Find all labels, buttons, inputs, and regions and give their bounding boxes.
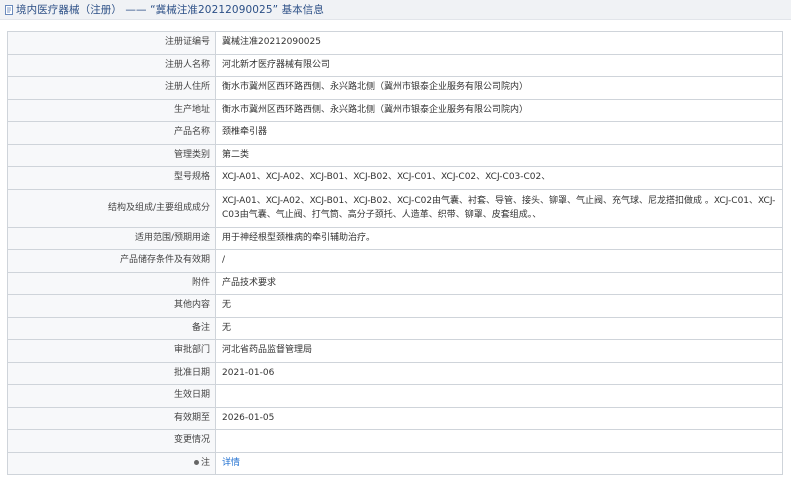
page-header: 境内医疗器械（注册） —— “冀械注准20212090025” 基本信息 <box>0 0 791 20</box>
row-value: 无 <box>215 294 783 318</box>
details-link[interactable]: 详情 <box>222 458 240 468</box>
row-label: 生效日期 <box>7 384 216 408</box>
bullet-icon <box>193 459 199 465</box>
row-label: 注册人名称 <box>7 53 216 77</box>
row-value <box>215 384 783 408</box>
note-value-cell: 详情 <box>215 451 783 475</box>
row-label: 变更情况 <box>7 429 216 453</box>
row-label: 型号规格 <box>7 166 216 190</box>
row-label: 注册证编号 <box>7 31 216 55</box>
table-row: 注册人住所 衡水市冀州区西环路西侧、永兴路北侧（冀州市银泰企业服务有限公司院内） <box>7 76 783 100</box>
row-label: 有效期至 <box>7 406 216 430</box>
row-value <box>215 429 783 453</box>
row-value: 衡水市冀州区西环路西侧、永兴路北侧（冀州市银泰企业服务有限公司院内） <box>215 98 783 122</box>
table-row: 其他内容 无 <box>7 294 783 318</box>
table-row: 附件 产品技术要求 <box>7 271 783 295</box>
table-row: 型号规格 XCJ-A01、XCJ-A02、XCJ-B01、XCJ-B02、XCJ… <box>7 166 783 190</box>
row-label: 注 <box>200 457 210 468</box>
table-row: 注册人名称 河北新才医疗器械有限公司 <box>7 53 783 77</box>
row-label: 产品名称 <box>7 121 216 145</box>
row-value: 无 <box>215 316 783 340</box>
row-label: 审批部门 <box>7 339 216 363</box>
row-label: 管理类别 <box>7 143 216 167</box>
table-row: 产品名称 颈椎牵引器 <box>7 121 783 145</box>
row-label: 其他内容 <box>7 294 216 318</box>
table-row: 生效日期 <box>7 384 783 408</box>
row-label: 产品储存条件及有效期 <box>7 249 216 273</box>
row-value: 颈椎牵引器 <box>215 121 783 145</box>
table-row: 审批部门 河北省药品监督管理局 <box>7 339 783 363</box>
table-row: 有效期至 2026-01-05 <box>7 406 783 430</box>
table-row: 备注 无 <box>7 316 783 340</box>
table-row: 变更情况 <box>7 429 783 453</box>
row-value: 2026-01-05 <box>215 406 783 430</box>
row-value: 冀械注准20212090025 <box>215 31 783 55</box>
row-value: / <box>215 249 783 273</box>
table-row: 适用范围/预期用途 用于神经根型颈椎病的牵引辅助治疗。 <box>7 226 783 250</box>
row-label: 注册人住所 <box>7 76 216 100</box>
table-row: 结构及组成/主要组成成分 XCJ-A01、XCJ-A02、XCJ-B01、XCJ… <box>7 188 783 228</box>
row-label: 适用范围/预期用途 <box>7 226 216 250</box>
row-value: XCJ-A01、XCJ-A02、XCJ-B01、XCJ-B02、XCJ-C01、… <box>215 166 783 190</box>
row-value: 产品技术要求 <box>215 271 783 295</box>
row-value: 河北新才医疗器械有限公司 <box>215 53 783 77</box>
table-row: 注册证编号 冀械注准20212090025 <box>7 31 783 55</box>
row-value: XCJ-A01、XCJ-A02、XCJ-B01、XCJ-B02、XCJ-C02由… <box>215 188 783 228</box>
table-row: 管理类别 第二类 <box>7 143 783 167</box>
row-value: 第二类 <box>215 143 783 167</box>
row-value: 2021-01-06 <box>215 361 783 385</box>
row-label: 附件 <box>7 271 216 295</box>
document-icon <box>4 4 14 15</box>
row-value: 衡水市冀州区西环路西侧、永兴路北侧（冀州市银泰企业服务有限公司院内） <box>215 76 783 100</box>
row-label: 结构及组成/主要组成成分 <box>7 188 216 228</box>
page-title: 境内医疗器械（注册） —— “冀械注准20212090025” 基本信息 <box>16 4 324 16</box>
table-row: 产品储存条件及有效期 / <box>7 249 783 273</box>
table-row: 注 详情 <box>7 451 783 475</box>
table-row: 批准日期 2021-01-06 <box>7 361 783 385</box>
detail-table: 注册证编号 冀械注准20212090025 注册人名称 河北新才医疗器械有限公司… <box>7 31 783 475</box>
row-value: 用于神经根型颈椎病的牵引辅助治疗。 <box>215 226 783 250</box>
row-label: 生产地址 <box>7 98 216 122</box>
note-label-cell: 注 <box>7 451 216 475</box>
table-row: 生产地址 衡水市冀州区西环路西侧、永兴路北侧（冀州市银泰企业服务有限公司院内） <box>7 98 783 122</box>
row-label: 备注 <box>7 316 216 340</box>
row-value: 河北省药品监督管理局 <box>215 339 783 363</box>
row-label: 批准日期 <box>7 361 216 385</box>
